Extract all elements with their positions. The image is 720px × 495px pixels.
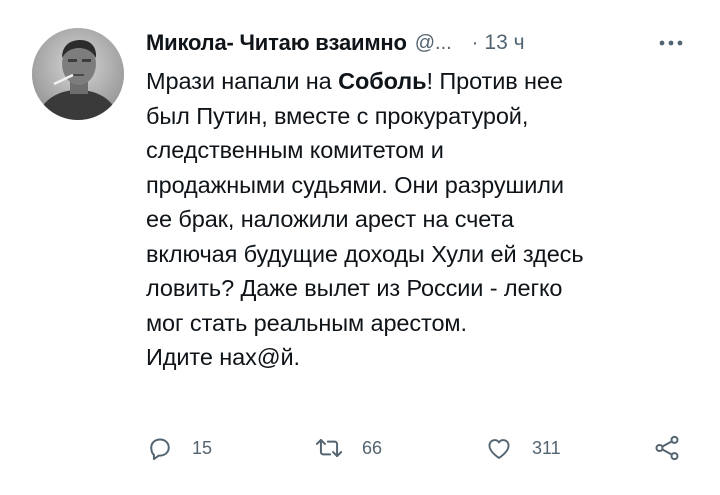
tweet-text: Мрази напали на Соболь! Против нее был П… [146,64,690,375]
tweet-text-line: включая будущие доходы Хули ей здесь [146,240,584,267]
reply-button[interactable]: 15 [146,428,212,468]
mention-bold-name: Соболь [338,68,427,94]
tweet-content: Микола- Читаю взаимно @... · 13 ч Мрази … [146,26,690,375]
tweet-text-line: Идите нах@й. [146,344,300,370]
author-name[interactable]: Микола- Читаю взаимно [146,30,407,56]
tweet-text-line: ловить? Даже вылет из России - легко [146,275,563,301]
header-separator: · [471,31,479,54]
author-handle[interactable]: @... [415,32,452,55]
more-horizontal-icon[interactable] [656,28,686,58]
retweet-icon [314,434,344,462]
tweet-timestamp[interactable]: 13 ч [484,31,524,55]
tweet-text-line: был Путин, вместе с прокуратурой, [146,102,529,129]
avatar-photo [32,28,124,120]
tweet-text-line: Мрази напали на Соболь! Против нее [146,64,690,99]
tweet-text-line: следственным комитетом и [146,137,444,163]
tweet-text-line: мог стать реальным арестом. [146,309,467,336]
share-icon [652,433,682,463]
heart-icon [484,434,514,462]
share-button[interactable] [652,428,682,468]
tweet-card[interactable]: Микола- Читаю взаимно @... · 13 ч Мрази … [0,0,720,495]
retweet-button[interactable]: 66 [314,428,382,468]
like-count: 311 [532,437,561,458]
tweet-actions: 15 66 311 [146,428,706,468]
tweet-text-segment: Мрази напали на [146,68,339,94]
like-button[interactable]: 311 [484,428,561,468]
avatar[interactable] [32,28,124,120]
tweet-header: Микола- Читаю взаимно @... · 13 ч [146,26,690,60]
reply-count: 15 [192,437,213,458]
retweet-count: 66 [362,437,383,458]
tweet-text-line: ее брак, наложили арест на счета [146,206,514,232]
reply-icon [146,434,174,462]
tweet-text-segment: ! Против нее [426,68,563,94]
tweet-text-line: продажными судьями. Они разрушили [146,171,564,198]
